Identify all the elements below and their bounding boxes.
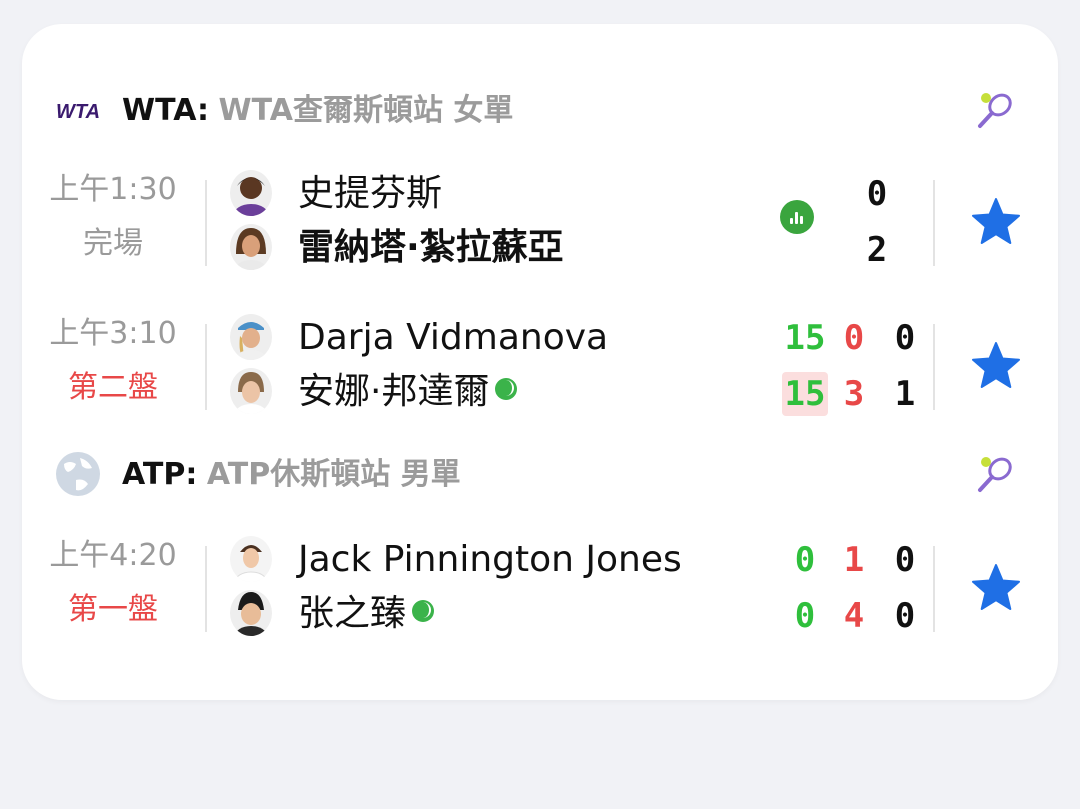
- match-time: 上午1:30: [49, 172, 177, 207]
- points-score: 15: [784, 318, 826, 358]
- league-title: WTA: WTA查爾斯頓站 女單: [122, 94, 513, 128]
- sets-score: 1: [894, 374, 916, 414]
- player-row: 安娜·邦達爾: [230, 366, 790, 418]
- points-score: 15: [782, 372, 828, 416]
- tennis-racket-icon[interactable]: [974, 88, 1018, 132]
- player-name: 安娜·邦達爾: [298, 370, 518, 414]
- player-name-text: 安娜·邦達爾: [298, 371, 490, 412]
- match-row[interactable]: 上午3:10 第二盤 Darja Vidmanova 安娜·邦達爾 15 15 …: [22, 312, 1058, 422]
- match-status: 第二盤: [68, 370, 158, 405]
- player-row: 张之臻: [230, 588, 790, 640]
- match-status: 完場: [83, 226, 143, 261]
- league-code: WTA:: [122, 93, 209, 128]
- match-row[interactable]: 上午4:20 第一盤 Jack Pinnington Jones 张之臻 0 0…: [22, 534, 1058, 644]
- player-row: Jack Pinnington Jones: [230, 534, 790, 586]
- stats-icon[interactable]: [780, 200, 814, 234]
- star-icon[interactable]: [970, 340, 1022, 392]
- avatar: [230, 590, 272, 636]
- points-score: 0: [794, 596, 816, 636]
- sets-score: 0: [866, 174, 888, 214]
- divider: [933, 180, 935, 266]
- divider: [205, 546, 207, 632]
- tennis-racket-icon[interactable]: [974, 452, 1018, 496]
- games-score: 3: [843, 374, 865, 414]
- avatar: [230, 536, 272, 582]
- avatar: [230, 368, 272, 414]
- serving-ball-icon: [495, 378, 518, 400]
- player-name: 史提芬斯: [298, 173, 443, 214]
- divider: [205, 324, 207, 410]
- sets-score: 0: [894, 540, 916, 580]
- league-code: ATP:: [122, 457, 198, 492]
- wta-logo: WTA: [54, 92, 102, 128]
- games-score: 0: [843, 318, 865, 358]
- games-score: 1: [843, 540, 865, 580]
- divider: [933, 546, 935, 632]
- player-name-text: 张之臻: [298, 593, 407, 634]
- match-time: 上午3:10: [49, 316, 177, 351]
- league-header-wta[interactable]: WTA WTA: WTA查爾斯頓站 女單: [22, 80, 1058, 140]
- player-row: 史提芬斯: [230, 168, 790, 220]
- star-icon[interactable]: [970, 196, 1022, 248]
- player-name: 雷納塔·紮拉蘇亞: [298, 227, 564, 268]
- svg-text:WTA: WTA: [56, 101, 100, 123]
- sets-score: 2: [866, 230, 888, 270]
- player-row: Darja Vidmanova: [230, 312, 790, 364]
- avatar: [230, 224, 272, 270]
- sets-score: 0: [894, 318, 916, 358]
- sets-score: 0: [894, 596, 916, 636]
- league-name: ATP休斯頓站 男單: [206, 457, 461, 492]
- serving-ball-icon: [412, 600, 435, 622]
- divider: [933, 324, 935, 410]
- avatar: [230, 170, 272, 216]
- games-score: 4: [843, 596, 865, 636]
- match-status: 第一盤: [68, 592, 158, 627]
- player-name: 张之臻: [298, 592, 435, 636]
- league-header-atp[interactable]: ATP: ATP休斯頓站 男單: [22, 444, 1058, 504]
- points-score: 0: [794, 540, 816, 580]
- avatar: [230, 314, 272, 360]
- league-title: ATP: ATP休斯頓站 男單: [122, 458, 461, 492]
- match-time: 上午4:20: [49, 538, 177, 573]
- player-name: Darja Vidmanova: [298, 317, 609, 358]
- globe-icon: [54, 452, 102, 496]
- player-name: Jack Pinnington Jones: [298, 539, 682, 580]
- league-name: WTA查爾斯頓站 女單: [218, 93, 514, 128]
- star-icon[interactable]: [970, 562, 1022, 614]
- match-row[interactable]: 上午1:30 完場 史提芬斯 雷納塔·紮拉蘇亞 0 2: [22, 168, 1058, 278]
- matches-card: WTA WTA: WTA查爾斯頓站 女單 上午1:30 完場 史提芬斯 雷納塔·…: [22, 24, 1058, 700]
- player-row: 雷納塔·紮拉蘇亞: [230, 222, 790, 274]
- divider: [205, 180, 207, 266]
